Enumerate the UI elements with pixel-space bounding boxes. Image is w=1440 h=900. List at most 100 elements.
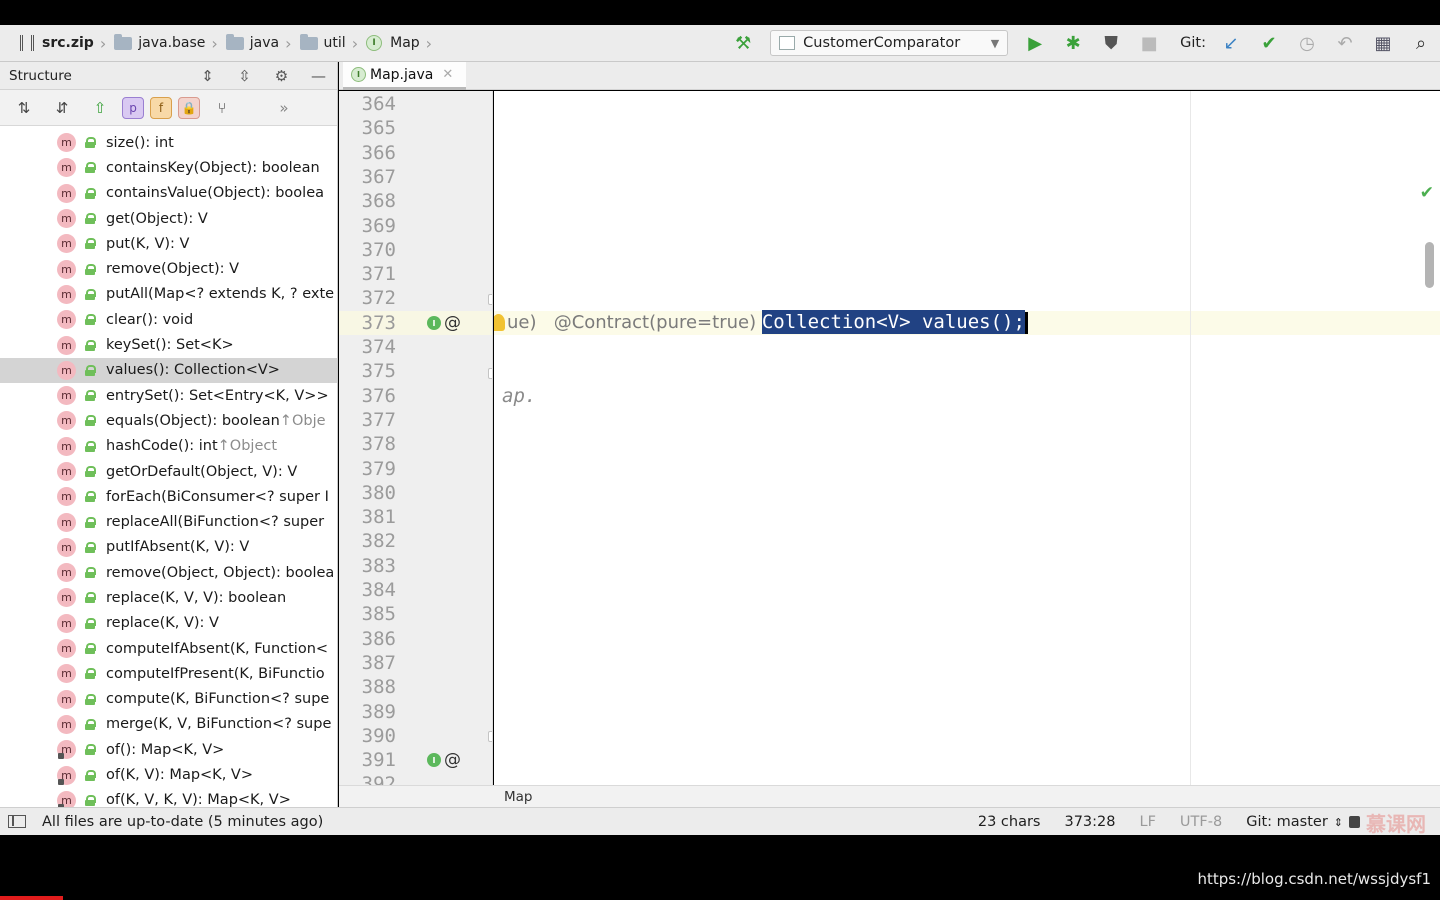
breadcrumb-java-base[interactable]: java.base [108,25,209,61]
member-item[interactable]: m entrySet(): Set<Entry<K, V>> [0,383,337,408]
member-item[interactable]: m hashCode(): int ↑Object [0,434,337,459]
member-item[interactable]: m remove(Object, Object): boolea [0,560,337,585]
coverage-icon[interactable]: ⛊ [1092,25,1130,62]
fold-marker[interactable] [488,294,492,305]
git-commit-check-icon[interactable]: ✔ [1250,25,1288,62]
show-properties-toggle[interactable]: p [122,96,144,119]
show-fields-toggle[interactable]: f [150,96,172,119]
member-signature: remove(Object, Object): boolea [106,564,335,581]
member-item[interactable]: m size(): int [0,130,337,155]
breadcrumb-map[interactable]: I Map [360,25,424,61]
collapse-all-icon[interactable]: ⇳ [226,67,263,85]
sort-by-visibility-icon[interactable]: ⇅ [8,95,40,121]
editor-gutter: 364 365 366 367 368 369 370 371 372 373 374 375 376 3… [339,91,493,785]
member-item[interactable]: m replace(K, V, V): boolean [0,585,337,610]
member-item[interactable]: m forEach(BiConsumer<? super I [0,484,337,509]
editor-breadcrumb[interactable]: Map [339,785,1440,807]
fold-marker[interactable] [488,368,492,379]
stop-icon[interactable]: ■ [1130,25,1168,62]
more-actions-icon[interactable]: » [268,95,300,121]
git-label: Git: [1180,35,1206,51]
status-message[interactable]: All files are up-to-date (5 minutes ago) [42,814,323,830]
line-number: 379 [361,457,396,480]
search-icon[interactable]: ⌕ [1402,25,1440,62]
member-item[interactable]: m put(K, V): V [0,231,337,256]
structure-header: Structure ⇕ ⇳ ⚙ — [0,62,337,90]
member-item[interactable]: m getOrDefault(Object, V): V [0,459,337,484]
method-icon: m [57,158,76,178]
implemented-method-icon[interactable]: I [427,316,441,330]
member-item[interactable]: m clear(): void [0,307,337,332]
member-item[interactable]: m values(): Collection<V> [0,357,337,383]
run-configuration-select[interactable]: CustomerComparator ▼ [770,30,1009,56]
breadcrumb-label: util [323,35,346,51]
public-access-lock-icon [85,137,96,149]
project-structure-icon[interactable]: ▦ [1364,25,1402,62]
show-inherited-icon[interactable]: ⇧ [84,95,116,121]
member-item[interactable]: m get(Object): V [0,206,337,231]
git-branch-widget[interactable]: Git: master [1246,814,1328,830]
member-signature: entrySet(): Set<Entry<K, V>> [106,387,329,404]
hide-panel-icon[interactable]: — [300,67,337,85]
member-signature: keySet(): Set<K> [106,337,234,354]
close-icon[interactable]: ✕ [442,67,453,82]
member-item[interactable]: m of(): Map<K, V> [0,737,337,762]
member-item[interactable]: m containsValue(Object): boolea [0,181,337,206]
git-revert-undo-icon[interactable]: ↶ [1326,25,1364,62]
git-update-icon[interactable]: ↙ [1212,25,1250,62]
expand-all-icon[interactable]: ⇕ [189,67,226,85]
breadcrumb-src-zip[interactable]: src.zip [0,25,98,61]
member-item[interactable]: m compute(K, BiFunction<? supe [0,687,337,712]
method-icon: m [57,689,76,709]
member-item[interactable]: m replace(K, V): V [0,611,337,636]
member-item[interactable]: m of(K, V): Map<K, V> [0,762,337,787]
method-icon: m [57,133,76,153]
sort-alphabetically-icon[interactable]: ⇵ [46,95,78,121]
inspection-ok-check-icon[interactable]: ✔ [1420,183,1434,203]
member-item[interactable]: m replaceAll(BiFunction<? super [0,509,337,534]
chevron-up-down-icon[interactable]: ⇕ [1334,816,1343,829]
member-item[interactable]: m containsKey(Object): boolean [0,155,337,180]
breadcrumb-map-label[interactable]: Map [504,789,533,805]
member-item[interactable]: m of(K, V, K, V): Map<K, V> [0,788,337,807]
fold-marker[interactable] [488,731,492,742]
selected-code[interactable]: Collection<V> values(); [761,310,1025,334]
debug-bug-icon[interactable]: ✱ [1054,25,1092,62]
member-item[interactable]: m keySet(): Set<K> [0,332,337,357]
git-history-clock-icon[interactable]: ◷ [1288,25,1326,62]
member-signature: forEach(BiConsumer<? super I [106,488,329,505]
gutter-markers-391: I @ [427,748,461,772]
readonly-lock-icon[interactable] [1349,816,1360,828]
run-icon[interactable]: ▶ [1016,25,1054,62]
breadcrumb-java[interactable]: java [220,25,283,61]
member-item[interactable]: m putIfAbsent(K, V): V [0,535,337,560]
public-access-lock-icon [85,744,96,756]
tab-map-java[interactable]: I Map.java ✕ [343,62,466,90]
toggle-tool-windows-icon[interactable] [8,815,26,828]
run-config-label: CustomerComparator [803,35,961,51]
breadcrumb-util[interactable]: util [294,25,350,61]
show-anonymous-classes-icon[interactable]: ⑂ [206,95,238,121]
implemented-method-icon[interactable]: I [427,753,441,767]
editor-tab-bar: I Map.java ✕ [339,62,1440,90]
annotation-at-icon[interactable]: @ [444,750,461,770]
file-encoding[interactable]: UTF-8 [1180,814,1222,830]
member-item[interactable]: m equals(Object): boolean ↑Obje [0,408,337,433]
lightbulb-icon[interactable] [494,314,505,331]
caret-position[interactable]: 373:28 [1064,814,1115,830]
editor-scrollbar-thumb[interactable] [1425,242,1434,288]
annotation-at-icon[interactable]: @ [444,313,461,333]
show-non-public-toggle[interactable]: 🔒 [178,96,200,119]
code-editor[interactable]: ue) @Contract(pure=true) Collection<V> v… [494,91,1440,785]
member-item[interactable]: m computeIfAbsent(K, Function< [0,636,337,661]
member-item[interactable]: m putAll(Map<? extends K, ? exte [0,282,337,307]
member-item[interactable]: m computeIfPresent(K, BiFunctio [0,661,337,686]
member-item[interactable]: m merge(K, V, BiFunction<? supe [0,712,337,737]
code-line-373[interactable]: ue) @Contract(pure=true) Collection<V> v… [494,310,1028,335]
video-progress-bar [0,896,63,900]
member-item[interactable]: m remove(Object): V [0,256,337,281]
build-hammer-icon[interactable]: ⚒ [724,25,762,62]
member-list: m size(): int m containsKey(Object): boolea… [0,130,337,807]
line-separator[interactable]: LF [1140,814,1156,830]
gear-icon[interactable]: ⚙ [263,67,300,85]
